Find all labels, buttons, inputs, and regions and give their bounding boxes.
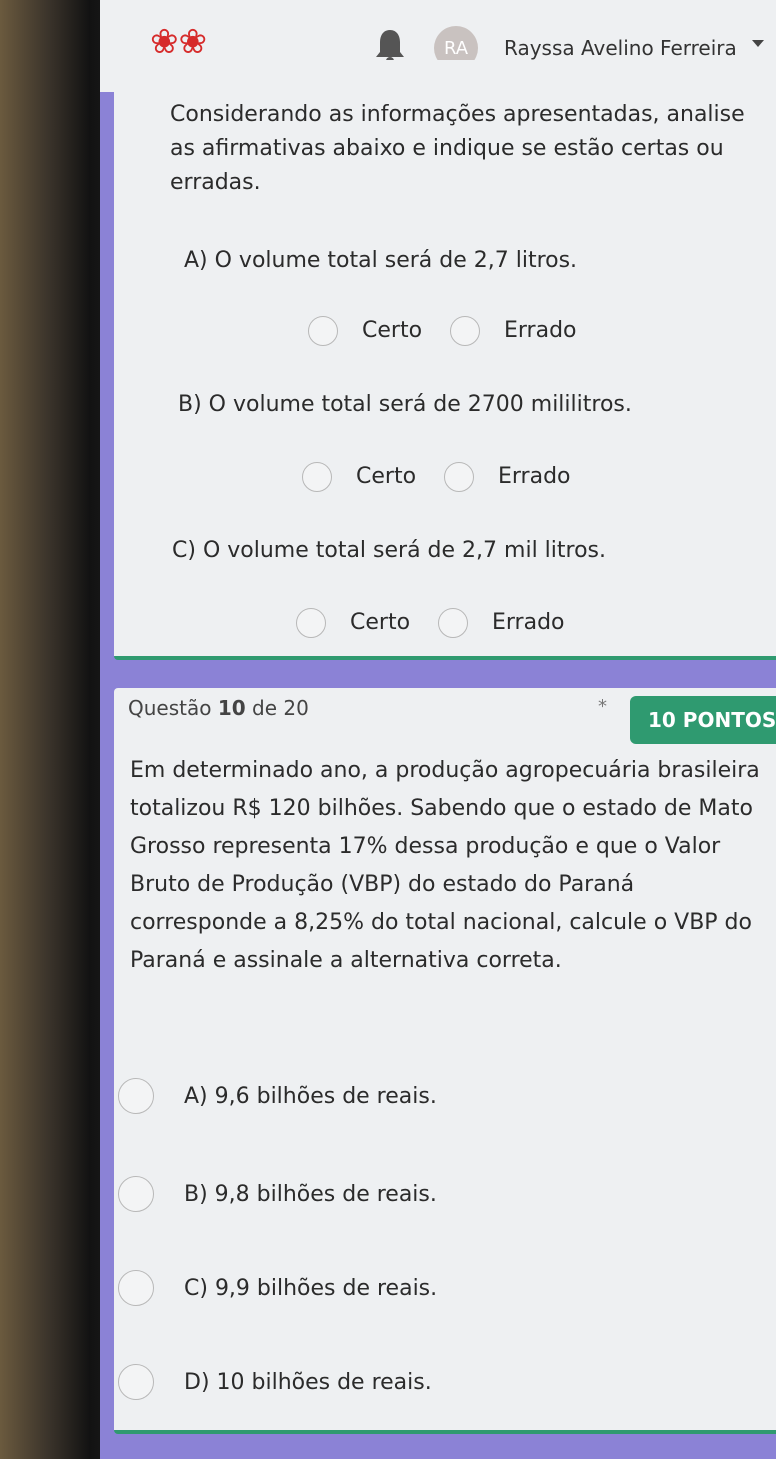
alternative-c-label[interactable]: C) 9,9 bilhões de reais. — [184, 1276, 437, 1301]
required-mark: * — [598, 696, 607, 717]
radio-a-certo[interactable] — [308, 316, 338, 346]
question-number-value: 10 — [217, 696, 246, 720]
logo-icon[interactable]: ❀❀ — [150, 22, 207, 62]
statement-a: A) O volume total será de 2,7 litros. — [184, 248, 578, 273]
points-badge: 10 PONTOS — [630, 696, 776, 744]
radio-c-errado[interactable] — [438, 608, 468, 638]
question-intro: Considerando as informações apresentadas… — [170, 102, 745, 195]
question-number: Questão 10 de 20 — [128, 696, 309, 720]
question-label-prefix: Questão — [128, 696, 212, 720]
radio-b-errado[interactable] — [444, 462, 474, 492]
question-card-9: Considerando as informações apresentadas… — [114, 60, 776, 660]
screen: ❀❀ RA Rayssa Avelino Ferreira Consideran… — [100, 0, 776, 1459]
user-name[interactable]: Rayssa Avelino Ferreira — [504, 36, 737, 60]
alternative-b-label[interactable]: B) 9,8 bilhões de reais. — [184, 1182, 437, 1207]
option-label-a-errado: Errado — [504, 318, 577, 343]
question-label-suffix: de 20 — [252, 696, 309, 720]
radio-a-errado[interactable] — [450, 316, 480, 346]
option-label-c-errado: Errado — [492, 610, 565, 635]
option-label-a-certo: Certo — [362, 318, 423, 343]
radio-alternative-a[interactable] — [118, 1078, 154, 1114]
statement-b: B) O volume total será de 2700 mililitro… — [178, 392, 632, 417]
radio-alternative-c[interactable] — [118, 1270, 154, 1306]
option-label-b-errado: Errado — [498, 464, 571, 489]
radio-c-certo[interactable] — [296, 608, 326, 638]
question-text: Em determinado ano, a produção agropecuá… — [130, 758, 760, 973]
statement-c: C) O volume total será de 2,7 mil litros… — [172, 538, 607, 563]
question-card-10: Questão 10 de 20 * 10 PONTOS Em determin… — [114, 688, 776, 1434]
radio-alternative-d[interactable] — [118, 1364, 154, 1400]
alternative-a-label[interactable]: A) 9,6 bilhões de reais. — [184, 1084, 437, 1109]
option-label-c-certo: Certo — [350, 610, 411, 635]
radio-b-certo[interactable] — [302, 462, 332, 492]
alternative-d-label[interactable]: D) 10 bilhões de reais. — [184, 1370, 432, 1395]
option-label-b-certo: Certo — [356, 464, 417, 489]
chevron-down-icon[interactable] — [752, 40, 764, 47]
radio-alternative-b[interactable] — [118, 1176, 154, 1212]
